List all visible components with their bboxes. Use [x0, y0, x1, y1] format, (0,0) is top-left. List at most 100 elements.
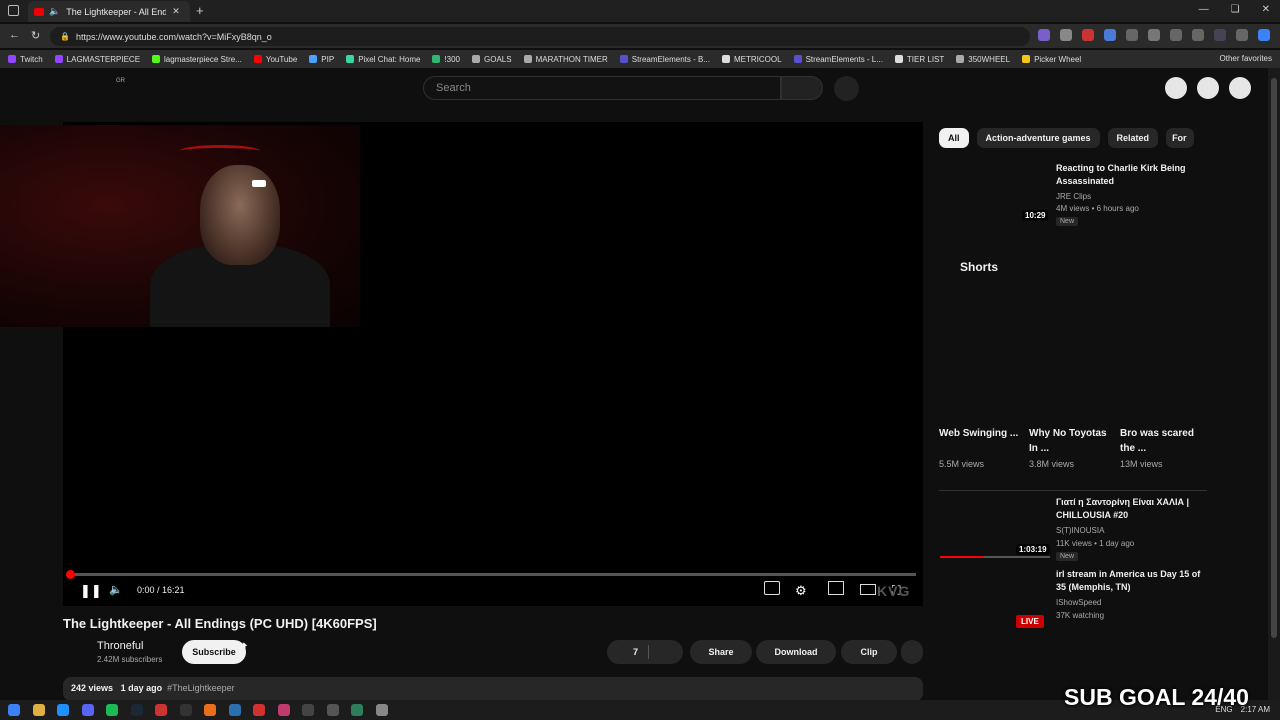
- scrollbar-thumb[interactable]: [1271, 78, 1277, 638]
- clip-button[interactable]: Clip: [841, 640, 897, 664]
- bookmark-item[interactable]: lagmasterpiece Stre...: [152, 55, 242, 64]
- app-icon[interactable]: [204, 704, 216, 716]
- bookmark-item[interactable]: PIP: [309, 55, 334, 64]
- spotify-icon[interactable]: [106, 704, 118, 716]
- profile-icon[interactable]: [1214, 29, 1226, 41]
- video-progress-bar[interactable]: [66, 570, 916, 579]
- captions-icon[interactable]: [764, 581, 780, 595]
- bookmark-item[interactable]: 350WHEEL: [956, 55, 1010, 64]
- chip-for-you[interactable]: For: [1166, 128, 1195, 148]
- steam-icon[interactable]: [131, 704, 143, 716]
- rec-channel[interactable]: JRE Clips: [1056, 192, 1091, 201]
- more-actions-button[interactable]: [901, 640, 923, 664]
- back-icon[interactable]: ←: [9, 29, 20, 41]
- bookmark-item[interactable]: MARATHON TIMER: [523, 55, 608, 64]
- bookmark-item[interactable]: !300: [432, 55, 460, 64]
- youtube-favicon-icon: [34, 7, 44, 16]
- settings-icon[interactable]: [376, 704, 388, 716]
- time-display: 0:00 / 16:21: [137, 585, 185, 595]
- bookmark-label: PIP: [321, 54, 335, 64]
- app-icon[interactable]: [155, 704, 167, 716]
- page-scrollbar[interactable]: [1268, 68, 1280, 700]
- extension-icon[interactable]: [1192, 29, 1204, 41]
- bookmark-item[interactable]: StreamElements - B...: [619, 55, 710, 64]
- channel-name[interactable]: Throneful: [97, 640, 143, 652]
- account-avatar[interactable]: [1229, 77, 1251, 99]
- short-title[interactable]: Web Swinging ...: [939, 426, 1019, 441]
- speaker-icon[interactable]: 🔈: [49, 6, 60, 17]
- minimize-icon[interactable]: —: [1199, 4, 1209, 15]
- extension-icon[interactable]: [1104, 29, 1116, 41]
- more-icon[interactable]: [1236, 29, 1248, 41]
- extension-icon[interactable]: [1038, 29, 1050, 41]
- bookmark-item[interactable]: TIER LIST: [894, 55, 944, 64]
- lock-icon[interactable]: 🔒: [60, 32, 70, 41]
- app-icon[interactable]: [229, 704, 241, 716]
- search-button[interactable]: [781, 76, 823, 100]
- app-icon[interactable]: [327, 704, 339, 716]
- pause-icon[interactable]: ❚❚: [80, 583, 102, 599]
- app-icon[interactable]: [302, 704, 314, 716]
- bookmark-label: YouTube: [265, 54, 298, 64]
- refresh-icon[interactable]: ↻: [31, 29, 40, 42]
- description-box[interactable]: 242 views 1 day ago #TheLightkeeper: [63, 677, 923, 701]
- voice-search-button[interactable]: [834, 76, 859, 101]
- app-icon[interactable]: [278, 704, 290, 716]
- miniplayer-icon[interactable]: [828, 581, 844, 595]
- youtube-logo-region[interactable]: GR: [116, 78, 125, 84]
- browser-tab-active[interactable]: 🔈 The Lightkeeper - All Endings (P ✕: [28, 1, 190, 22]
- copilot-icon[interactable]: [1258, 29, 1270, 41]
- settings-gear-icon[interactable]: ⚙: [795, 583, 807, 599]
- bookmark-item[interactable]: LAGMASTERPIECE: [54, 55, 140, 64]
- bookmark-item[interactable]: StreamElements - L...: [793, 55, 883, 64]
- subscribe-button[interactable]: Subscribe: [182, 640, 246, 664]
- rec-channel[interactable]: IShowSpeed: [1056, 598, 1101, 607]
- extension-icon[interactable]: [1126, 29, 1138, 41]
- favorites-icon[interactable]: [1170, 29, 1182, 41]
- volume-icon[interactable]: 🔈: [109, 583, 123, 596]
- bookmark-item[interactable]: YouTube: [253, 54, 298, 64]
- settings-icon[interactable]: [1148, 29, 1160, 41]
- rec-video-title[interactable]: Γιατί η Σαντορίνη Είναι ΧΑΛΙΑ | CHILLOUS…: [1056, 496, 1206, 522]
- chip-all[interactable]: All: [939, 128, 969, 148]
- chip-action-adventure[interactable]: Action-adventure games: [976, 128, 1100, 148]
- theater-mode-icon[interactable]: [860, 584, 876, 595]
- app-icon[interactable]: [351, 704, 363, 716]
- close-tab-icon[interactable]: ✕: [172, 6, 180, 17]
- scrubber-handle[interactable]: [66, 570, 75, 579]
- new-tab-button[interactable]: +: [196, 3, 204, 18]
- search-input[interactable]: Search: [423, 76, 781, 100]
- share-button[interactable]: Share: [690, 640, 752, 664]
- bookmark-item[interactable]: GOALS: [472, 55, 512, 64]
- rec-channel[interactable]: S(T)INOUSIA: [1056, 526, 1104, 535]
- like-button[interactable]: 7: [607, 640, 683, 664]
- short-title[interactable]: Why No Toyotas In ...: [1029, 426, 1109, 456]
- chip-related[interactable]: Related: [1107, 128, 1159, 148]
- app-icon[interactable]: [180, 704, 192, 716]
- address-bar[interactable]: 🔒 https://www.youtube.com/watch?v=MiFxyB…: [50, 27, 1030, 46]
- channel-avatar[interactable]: [63, 640, 91, 668]
- edge-icon[interactable]: [57, 704, 69, 716]
- rec-video-title[interactable]: Reacting to Charlie Kirk Being Assassina…: [1056, 162, 1206, 188]
- bookmark-item[interactable]: METRICOOL: [722, 55, 782, 64]
- short-title[interactable]: Bro was scared the ...: [1120, 426, 1200, 456]
- window-close-icon[interactable]: ✕: [1262, 4, 1270, 15]
- extension-icon[interactable]: [1060, 29, 1072, 41]
- notifications-button[interactable]: [1197, 77, 1219, 99]
- hashtag-link[interactable]: #TheLightkeeper: [167, 683, 235, 693]
- tab-actions-icon[interactable]: [8, 5, 19, 16]
- start-icon[interactable]: [8, 704, 20, 716]
- app-icon[interactable]: [253, 704, 265, 716]
- bookmark-item[interactable]: Twitch: [8, 55, 43, 64]
- discord-icon[interactable]: [82, 704, 94, 716]
- share-label: Share: [708, 647, 734, 657]
- bookmark-item[interactable]: Picker Wheel: [1022, 55, 1081, 64]
- maximize-icon[interactable]: ❏: [1231, 4, 1240, 15]
- download-button[interactable]: Download: [756, 640, 836, 664]
- create-button[interactable]: [1165, 77, 1187, 99]
- file-explorer-icon[interactable]: [33, 704, 45, 716]
- rec-video-title[interactable]: irl stream in America us Day 15 of 35 (M…: [1056, 568, 1206, 594]
- other-favorites-folder[interactable]: Other favorites: [1220, 54, 1272, 63]
- bookmark-item[interactable]: Pixel Chat: Home: [346, 55, 420, 64]
- extension-icon[interactable]: [1082, 29, 1094, 41]
